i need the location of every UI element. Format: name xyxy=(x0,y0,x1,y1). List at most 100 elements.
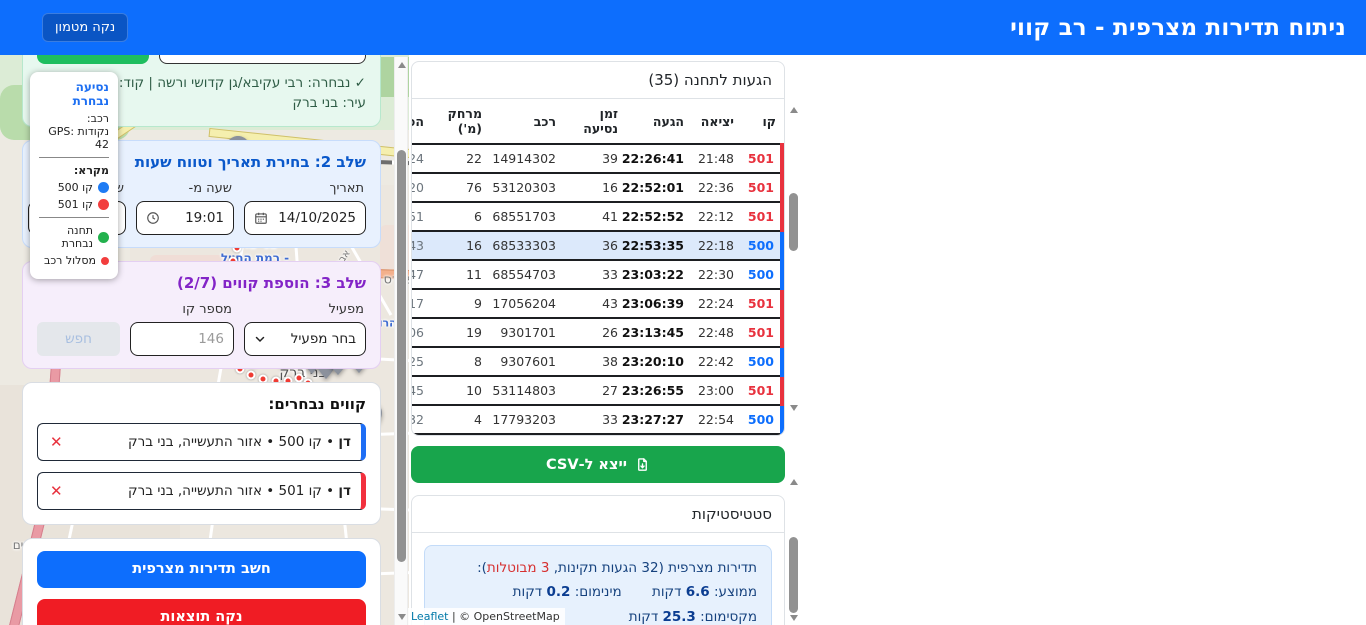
date-input[interactable]: 14/10/2025 xyxy=(244,200,366,235)
panel-scrollbar[interactable] xyxy=(394,57,408,625)
distance-m: 10 xyxy=(430,376,488,406)
legend-station-item: תחנה נבחרת xyxy=(39,224,109,250)
arrival-row[interactable]: 50122:3622:52:0116531203037625:20 xyxy=(412,173,784,203)
clear-results-button[interactable]: נקה תוצאות xyxy=(37,598,366,625)
time-from-value: 19:01 xyxy=(185,209,224,226)
vehicle-id: 53114803 xyxy=(488,376,562,406)
scroll-down-arrow-icon[interactable] xyxy=(398,614,406,620)
column-header: הפרש xyxy=(412,99,430,145)
line-number-input[interactable] xyxy=(130,321,234,356)
travel-time: 33 xyxy=(562,260,624,290)
distance-m: 76 xyxy=(430,173,488,203)
osm-attribution: © OpenStreetMap xyxy=(459,610,560,623)
calculate-frequency-button[interactable]: חשב תדירות מצרפית xyxy=(37,550,366,588)
line-color-dot-icon xyxy=(98,182,109,193)
arrival-row[interactable]: 50022:5423:27:273317793203400:32 xyxy=(412,405,784,435)
scroll-up-arrow-icon[interactable] xyxy=(398,62,406,68)
headway: 00:32 xyxy=(412,405,430,435)
arrivals-table: קויציאההגעהזמן נסיעהרכבמרחק (מ')הפרש 501… xyxy=(412,99,784,435)
results-column: הגעות לתחנה (35) קו יציאה הגעה זמן נסיעה רכב… xyxy=(409,55,787,625)
station-code-input[interactable] xyxy=(159,55,366,64)
departure-time: 22:12 xyxy=(690,202,740,232)
scroll-down-arrow-icon[interactable] xyxy=(790,615,798,621)
departure-time: 22:42 xyxy=(690,347,740,377)
table-scrollbar[interactable] xyxy=(787,103,801,415)
line-number: 500 xyxy=(740,347,784,377)
stat-average: ממוצע: 6.6 דקות xyxy=(651,584,757,601)
line-number: 500 xyxy=(740,260,784,290)
headway: 00:43 xyxy=(412,231,430,261)
stat-minimum: מינימום: 0.2 דקות xyxy=(512,584,622,601)
scroll-up-arrow-icon[interactable] xyxy=(790,107,798,113)
departure-time: 21:48 xyxy=(690,144,740,174)
calendar-icon xyxy=(255,212,267,224)
travel-time: 41 xyxy=(562,202,624,232)
column-header: רכב xyxy=(488,99,562,145)
arrival-row[interactable]: 50022:1822:53:3536685333031600:43 xyxy=(412,231,784,261)
vehicle-id: 68551703 xyxy=(488,202,562,232)
column-scrollbar[interactable] xyxy=(787,473,801,625)
date-value: 14/10/2025 xyxy=(278,209,356,226)
map-attribution: Leaflet | © OpenStreetMap xyxy=(405,608,565,625)
travel-time: 36 xyxy=(562,231,624,261)
header-bar: ניתוח תדירות מצרפית - רב קווי נקה מטמון xyxy=(0,0,1366,55)
selected-lines-card: קווים נבחרים: דן • קו 500 • אזור התעשייה… xyxy=(22,381,381,525)
departure-time: 22:24 xyxy=(690,289,740,319)
scrollbar-thumb[interactable] xyxy=(789,193,798,251)
operator-label: מפעיל xyxy=(328,301,364,317)
arrival-time: 22:52:52 xyxy=(622,202,690,232)
line-number: 501 xyxy=(740,289,784,319)
arrival-time: 23:06:39 xyxy=(622,289,690,319)
legend-gps-count: נקודות GPS: 42 xyxy=(48,125,109,151)
time-from-input[interactable]: 19:01 xyxy=(136,200,234,235)
clear-cache-button[interactable]: נקה מטמון xyxy=(42,13,129,42)
legend-route-label: מסלול רכב xyxy=(44,254,96,267)
scrollbar-thumb[interactable] xyxy=(397,150,406,562)
route-dot-icon xyxy=(101,256,109,265)
export-csv-button[interactable]: ייצא ל-CSV xyxy=(411,446,785,483)
vehicle-id: 68533303 xyxy=(488,231,562,261)
line-number: 501 xyxy=(740,376,784,406)
arrival-row[interactable]: 50022:3023:03:2233685547031109:47 xyxy=(412,260,784,290)
legend-line-item: קו 500 xyxy=(39,181,109,194)
distance-m: 8 xyxy=(430,347,488,377)
travel-time: 39 xyxy=(562,144,624,174)
headway: 07:06 xyxy=(412,318,430,348)
arrival-row[interactable]: 50122:1222:52:524168551703600:51 xyxy=(412,202,784,232)
page-title: ניתוח תדירות מצרפית - רב קווי xyxy=(1010,14,1346,41)
distance-m: 6 xyxy=(430,202,488,232)
departure-time: 23:00 xyxy=(690,376,740,406)
arrival-time: 22:26:41 xyxy=(622,144,690,174)
remove-line-icon[interactable]: ✕ xyxy=(48,433,65,451)
travel-time: 16 xyxy=(562,173,624,203)
leaflet-link[interactable]: Leaflet xyxy=(411,610,448,623)
vehicle-id: 9307601 xyxy=(488,347,562,377)
headway: 06:25 xyxy=(412,347,430,377)
remove-line-icon[interactable]: ✕ xyxy=(48,482,65,500)
arrival-row[interactable]: 50122:2423:06:394317056204903:17 xyxy=(412,289,784,319)
travel-time: 27 xyxy=(562,376,624,406)
headway: 09:47 xyxy=(412,260,430,290)
selected-line-item[interactable]: דן • קו 500 • אזור התעשייה, בני ברק ✕ xyxy=(37,422,366,461)
line-search-button[interactable]: חפש xyxy=(37,321,120,356)
line-number-label: מספר קו xyxy=(182,301,232,317)
station-search-button[interactable]: חפש תחנה xyxy=(37,55,149,64)
line-number: 501 xyxy=(740,202,784,232)
scrollbar-thumb[interactable] xyxy=(789,537,798,613)
arrival-time: 23:26:55 xyxy=(622,376,690,406)
legend-vehicle-label: רכב: xyxy=(86,112,109,125)
scroll-down-arrow-icon[interactable] xyxy=(790,405,798,411)
selected-line-item[interactable]: דן • קו 501 • אזור התעשייה, בני ברק ✕ xyxy=(37,471,366,510)
arrival-row[interactable]: 50123:0023:26:5527531148031006:45 xyxy=(412,376,784,406)
scroll-up-arrow-icon[interactable] xyxy=(790,479,798,485)
arrivals-card: הגעות לתחנה (35) קו יציאה הגעה זמן נסיעה רכב… xyxy=(411,61,785,436)
arrival-row[interactable]: 50022:4223:20:10389307601806:25 xyxy=(412,347,784,377)
column-header: הגעה xyxy=(624,99,690,145)
operator-value: בחר מפעיל xyxy=(290,330,356,347)
headway: 00:51 xyxy=(412,202,430,232)
arrival-time: 23:13:45 xyxy=(622,318,690,348)
operator-select[interactable]: בחר מפעיל xyxy=(244,321,366,356)
arrival-row[interactable]: 50121:4822:26:4139149143022208:24 xyxy=(412,144,784,174)
arrival-row[interactable]: 50122:4823:13:452693017011907:06 xyxy=(412,318,784,348)
headway: 25:20 xyxy=(412,173,430,203)
